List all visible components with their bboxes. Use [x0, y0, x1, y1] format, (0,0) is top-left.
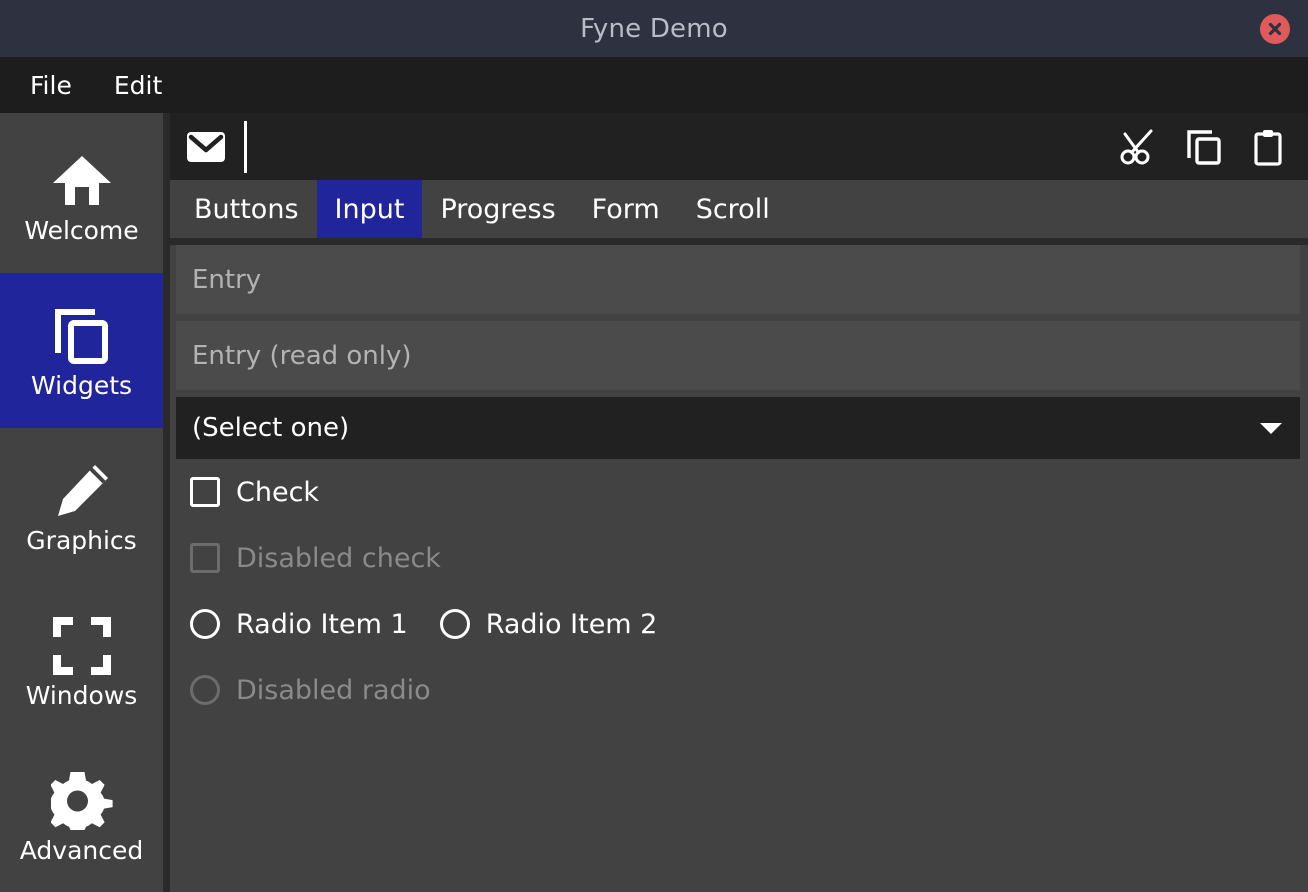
- paste-icon: [1254, 129, 1282, 166]
- checkbox-disabled-check: Disabled check: [176, 525, 1300, 591]
- sidebar-nav: Welcome Widgets Graphics Windows Advance…: [0, 113, 163, 892]
- radio-item-1[interactable]: Radio Item 1: [190, 609, 408, 640]
- tab-scroll[interactable]: Scroll: [678, 180, 788, 238]
- chevron-down-icon: [1260, 422, 1282, 434]
- radio-circle-icon: [190, 609, 220, 639]
- tab-underline: [170, 238, 1308, 245]
- split-divider-handle[interactable]: [163, 113, 170, 892]
- radio-item-2[interactable]: Radio Item 2: [439, 608, 658, 640]
- tab-buttons[interactable]: Buttons: [176, 180, 317, 238]
- radio-group: Radio Item 1 Radio Item 2: [176, 591, 1300, 657]
- tab-panel-input: Entry Entry (read only) (Select one) Che…: [170, 245, 1308, 892]
- tab-form[interactable]: Form: [574, 180, 678, 238]
- sidebar-item-graphics[interactable]: Graphics: [0, 428, 163, 583]
- select-dropdown[interactable]: (Select one): [176, 397, 1300, 459]
- copy-icon: [49, 303, 115, 369]
- toolbar-copy-button[interactable]: [1178, 121, 1230, 173]
- toolbar-paste-button[interactable]: [1242, 121, 1294, 173]
- copy-icon: [1187, 129, 1221, 165]
- checkbox-disabled-label: Disabled check: [236, 542, 441, 574]
- window-title: Fyne Demo: [580, 13, 728, 44]
- menu-item-edit[interactable]: Edit: [100, 67, 176, 104]
- sidebar-item-label: Welcome: [24, 216, 139, 245]
- pencil-icon: [49, 458, 115, 524]
- radio-item-2-label: Radio Item 2: [485, 608, 658, 640]
- checkbox-box: [190, 477, 220, 507]
- entry-readonly-placeholder: Entry (read only): [192, 340, 412, 371]
- panel-filler: [176, 723, 1300, 892]
- sidebar-item-windows[interactable]: Windows: [0, 583, 163, 738]
- sidebar-item-welcome[interactable]: Welcome: [0, 118, 163, 273]
- entry-placeholder: Entry: [192, 264, 262, 295]
- radio-circle-icon-disabled: [190, 675, 220, 705]
- entry-input[interactable]: Entry: [176, 245, 1300, 314]
- sidebar-item-label: Advanced: [19, 836, 144, 865]
- toolbar-mail-button[interactable]: [180, 121, 232, 173]
- radio-item-1-label: Radio Item 1: [236, 608, 408, 640]
- radio-disabled: Disabled radio: [176, 657, 1300, 723]
- tab-bar: Buttons Input Progress Form Scroll: [170, 180, 1308, 238]
- sidebar-item-label: Graphics: [26, 526, 137, 555]
- select-value: (Select one): [192, 413, 350, 443]
- content-area: Buttons Input Progress Form Scroll Entry…: [170, 113, 1308, 892]
- toolbar-separator: [244, 120, 247, 173]
- radio-circle-icon: [439, 609, 470, 639]
- menu-item-file[interactable]: File: [16, 67, 86, 104]
- cut-icon: [1120, 129, 1153, 164]
- checkbox-box-disabled: [190, 543, 220, 573]
- sidebar-item-widgets[interactable]: Widgets: [0, 273, 163, 428]
- fullscreen-icon: [49, 613, 115, 679]
- toolbar-right-group: [1114, 121, 1294, 173]
- tab-progress[interactable]: Progress: [422, 180, 573, 238]
- window-titlebar: Fyne Demo: [0, 0, 1308, 57]
- menu-bar: File Edit: [0, 57, 1308, 113]
- sidebar-item-label: Widgets: [30, 371, 133, 400]
- close-window-button[interactable]: [1260, 13, 1290, 44]
- app-body: Welcome Widgets Graphics Windows Advance…: [0, 113, 1308, 892]
- checkbox-check[interactable]: Check: [176, 459, 1300, 525]
- sidebar-item-advanced[interactable]: Advanced: [0, 738, 163, 892]
- toolbar-cut-button[interactable]: [1114, 121, 1166, 173]
- sidebar-item-label: Windows: [25, 681, 138, 710]
- checkbox-label: Check: [236, 476, 320, 508]
- mail-icon: [187, 131, 225, 162]
- tab-input[interactable]: Input: [316, 180, 423, 238]
- close-icon: [1268, 22, 1282, 35]
- entry-readonly-input[interactable]: Entry (read only): [176, 321, 1300, 390]
- toolbar: [170, 113, 1308, 180]
- radio-disabled-label: Disabled radio: [236, 674, 431, 706]
- home-icon: [49, 148, 115, 214]
- gear-icon: [49, 768, 115, 834]
